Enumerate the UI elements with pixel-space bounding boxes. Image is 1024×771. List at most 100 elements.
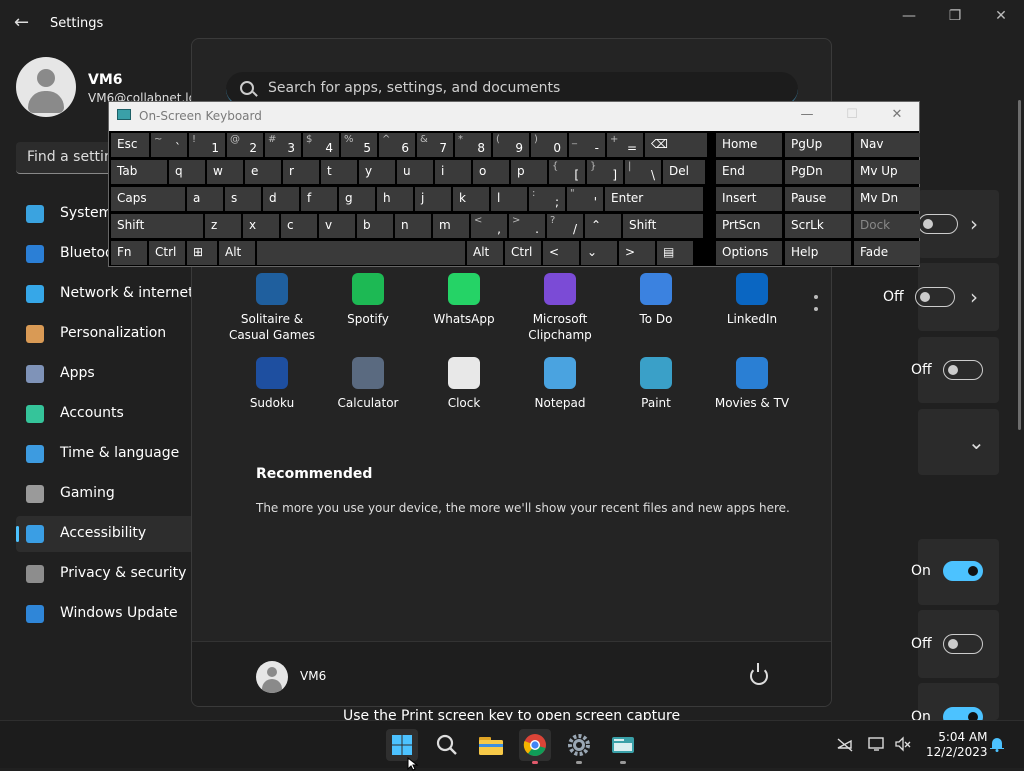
app-tile[interactable]: To Do [608,273,704,327]
osk-nav-key[interactable]: PgUp [785,133,851,157]
osk-key[interactable]: f [301,187,337,211]
osk-key[interactable]: >. [509,214,545,238]
osk-key[interactable]: a [187,187,223,211]
app-tile[interactable]: Movies & TV [704,357,800,411]
osk-key[interactable]: Shift [111,214,203,238]
chevron-icon[interactable]: › [970,285,978,309]
osk-key[interactable]: t [321,160,357,184]
osk-maximize-button[interactable]: ☐ [842,107,862,122]
osk-nav-key[interactable]: Fade [854,241,920,265]
chrome-button[interactable] [519,729,551,764]
osk-key[interactable]: Alt [467,241,503,265]
back-arrow-icon[interactable]: ← [14,12,34,33]
osk-key[interactable]: $4 [303,133,339,157]
osk-key[interactable]: | \ [625,160,661,184]
toggle-switch[interactable] [943,360,983,380]
sidebar-item[interactable]: Time & language [16,436,196,472]
osk-key[interactable]: <, [471,214,507,238]
toggle-switch[interactable] [943,561,983,581]
osk-key[interactable]: ▤ [657,241,693,265]
osk-key[interactable]: ⌄ [581,241,617,265]
app-tile[interactable]: Paint [608,357,704,411]
osk-key[interactable]: w [207,160,243,184]
app-tile[interactable]: Clock [416,357,512,411]
osk-nav-key[interactable]: Mv Dn [854,187,920,211]
sidebar-item[interactable]: Gaming [16,476,196,512]
chevron-icon[interactable]: ⌄ [968,430,985,454]
osk-key[interactable]: > [619,241,655,265]
osk-key[interactable]: + = [607,133,643,157]
osk-nav-key[interactable]: Insert [716,187,782,211]
setting-card[interactable] [918,409,999,475]
osk-key[interactable]: z [205,214,241,238]
app-tile[interactable]: WhatsApp [416,273,512,327]
restore-button[interactable]: ❐ [940,8,970,26]
osk-nav-key[interactable]: ScrLk [785,214,851,238]
close-button[interactable]: ✕ [986,8,1016,26]
sidebar-item[interactable]: Accounts [16,396,196,432]
sidebar-item[interactable]: Accessibility [16,516,196,552]
osk-key[interactable]: (9 [493,133,529,157]
settings-taskbar-button[interactable] [563,729,595,764]
osk-key[interactable]: Ctrl [505,241,541,265]
osk-key[interactable]: Ctrl [149,241,185,265]
app-tile[interactable]: Microsoft Clipchamp [512,273,608,343]
osk-key[interactable]: ) 0 [531,133,567,157]
osk-key[interactable]: q [169,160,205,184]
osk-key[interactable]: & 7 [417,133,453,157]
osk-key[interactable]: u [397,160,433,184]
osk-key[interactable]: _ - [569,133,605,157]
osk-key[interactable]: l [491,187,527,211]
osk-close-button[interactable]: ✕ [887,107,907,122]
osk-key[interactable]: * 8 [455,133,491,157]
osk-key[interactable]: % 5 [341,133,377,157]
sidebar-item[interactable]: Personalization [16,316,196,352]
osk-key[interactable]: ⌃ [585,214,621,238]
osk-key[interactable]: < [543,241,579,265]
osk-key[interactable]: x [243,214,279,238]
sidebar-item[interactable]: Network & internet [16,276,196,312]
app-tile[interactable]: Sudoku [224,357,320,411]
file-explorer-button[interactable] [475,729,507,761]
osk-key[interactable]: }] [587,160,623,184]
osk-nav-key[interactable]: Options [716,241,782,265]
osk-key[interactable]: ⊞ [187,241,217,265]
app-tile[interactable]: Notepad [512,357,608,411]
osk-key[interactable]: Esc [111,133,149,157]
osk-key[interactable]: :; [529,187,565,211]
osk-key[interactable]: ⌫ [645,133,707,157]
sidebar-item[interactable]: Windows Update [16,596,196,632]
osk-taskbar-button[interactable] [607,729,639,764]
osk-nav-key[interactable]: PgDn [785,160,851,184]
osk-key[interactable]: Fn [111,241,147,265]
osk-key[interactable]: g [339,187,375,211]
minimize-button[interactable]: — [894,8,924,26]
page-dots[interactable] [814,295,819,315]
osk-key[interactable]: y [359,160,395,184]
osk-key[interactable]: ^ 6 [379,133,415,157]
osk-key[interactable]: h [377,187,413,211]
osk-key[interactable]: m [433,214,469,238]
osk-key[interactable]: c [281,214,317,238]
osk-key[interactable]: j [415,187,451,211]
osk-key[interactable]: " ' [567,187,603,211]
volume-muted-icon[interactable] [894,736,912,752]
osk-key[interactable]: p [511,160,547,184]
osk-key[interactable]: Del [663,160,705,184]
osk-nav-key[interactable]: Mv Up [854,160,920,184]
power-icon[interactable] [750,663,768,685]
toggle-switch[interactable] [915,287,955,307]
osk-key[interactable]: #3 [265,133,301,157]
osk-key[interactable]: Tab [111,160,167,184]
osk-nav-key[interactable]: PrtScn [716,214,782,238]
sidebar-item[interactable]: Apps [16,356,196,392]
osk-key[interactable]: Enter [605,187,703,211]
app-tile[interactable]: Spotify [320,273,416,327]
osk-key[interactable]: ! 1 [189,133,225,157]
osk-key[interactable]: b [357,214,393,238]
osk-key[interactable]: Shift [623,214,703,238]
toggle-switch[interactable] [943,634,983,654]
osk-nav-key[interactable]: Home [716,133,782,157]
osk-minimize-button[interactable]: — [797,107,817,122]
osk-key[interactable] [257,241,465,265]
